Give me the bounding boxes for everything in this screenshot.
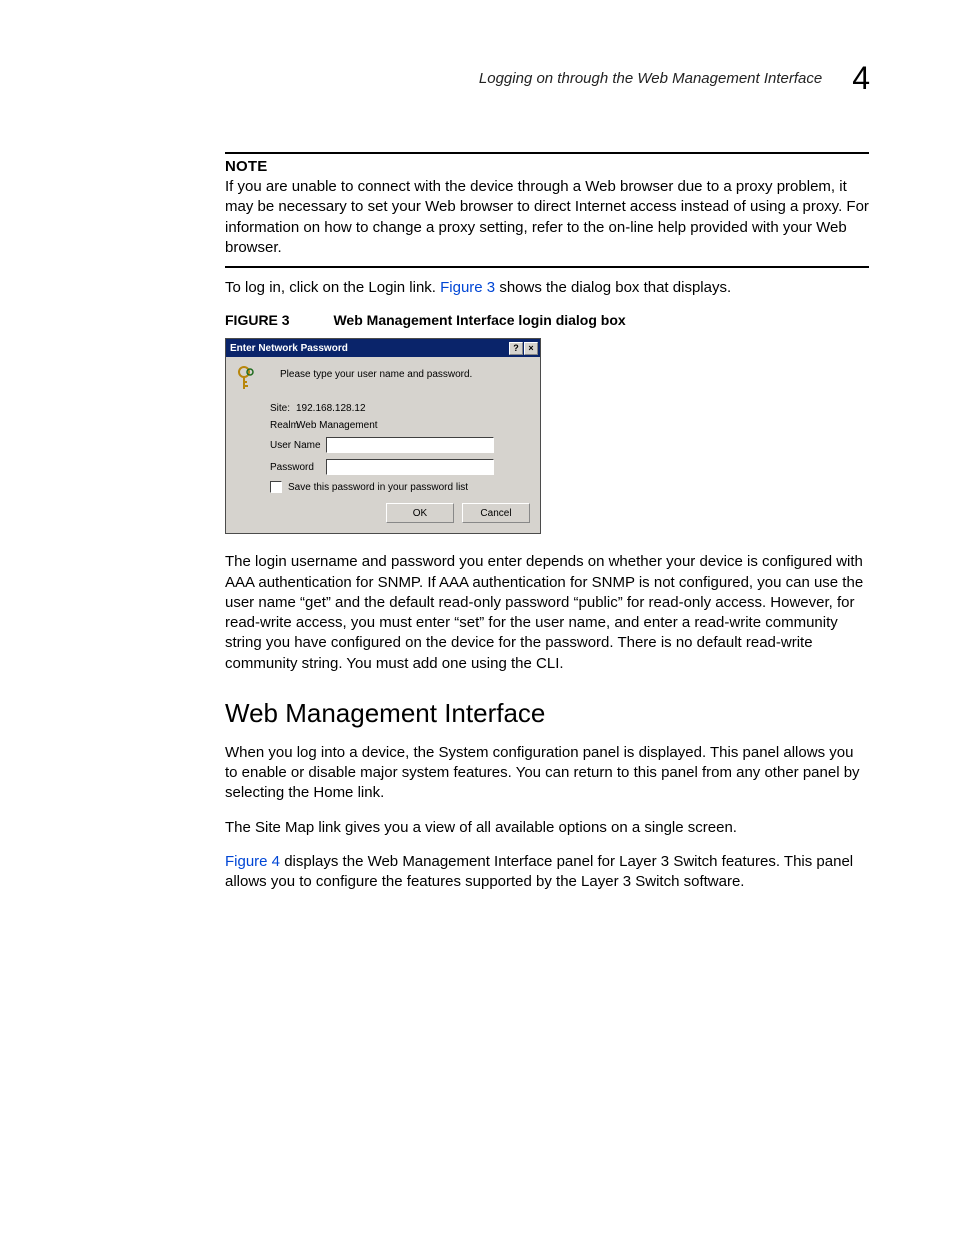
login-intro-post: shows the dialog box that displays. — [495, 279, 731, 296]
section-heading-wmi: Web Management Interface — [225, 698, 869, 729]
figure-4-link[interactable]: Figure 4 — [225, 853, 280, 870]
dialog-instruction: Please type your user name and password. — [280, 369, 472, 380]
figure-3-title: Web Management Interface login dialog bo… — [333, 312, 625, 328]
note-label: NOTE — [225, 158, 869, 175]
key-icon — [236, 365, 258, 393]
running-header-title: Logging on through the Web Management In… — [479, 70, 822, 87]
realm-label: Realm — [236, 420, 296, 431]
wmi-paragraph-1: When you log into a device, the System c… — [225, 743, 869, 804]
note-rule-top — [225, 152, 869, 154]
username-field[interactable] — [326, 437, 494, 453]
dialog-title: Enter Network Password — [230, 343, 508, 354]
chapter-number: 4 — [852, 60, 869, 97]
figure-3-label: FIGURE 3 — [225, 312, 290, 328]
save-password-checkbox[interactable] — [270, 481, 282, 493]
auth-paragraph: The login username and password you ente… — [225, 552, 869, 674]
note-rule-bottom — [225, 266, 869, 268]
cancel-button[interactable]: Cancel — [462, 503, 530, 523]
site-label: Site: — [236, 403, 296, 414]
dialog-titlebar: Enter Network Password ? × — [226, 339, 540, 357]
note-text: If you are unable to connect with the de… — [225, 177, 869, 258]
realm-value: Web Management — [296, 420, 378, 431]
figure-3-link[interactable]: Figure 3 — [440, 279, 495, 296]
login-intro-paragraph: To log in, click on the Login link. Figu… — [225, 278, 869, 298]
login-intro-pre: To log in, click on the Login link. — [225, 279, 440, 296]
wmi-paragraph-3: Figure 4 displays the Web Management Int… — [225, 852, 869, 893]
password-field[interactable] — [326, 459, 494, 475]
save-password-label: Save this password in your password list — [288, 482, 468, 493]
password-label: Password — [236, 462, 326, 473]
wmi-paragraph-2: The Site Map link gives you a view of al… — [225, 818, 869, 838]
close-icon[interactable]: × — [524, 342, 538, 355]
site-value: 192.168.128.12 — [296, 403, 366, 414]
figure-3-caption: FIGURE 3 Web Management Interface login … — [225, 312, 869, 328]
wmi-paragraph-3-post: displays the Web Management Interface pa… — [225, 853, 853, 890]
running-header: Logging on through the Web Management In… — [85, 60, 869, 97]
help-icon[interactable]: ? — [509, 342, 523, 355]
username-label: User Name — [236, 440, 326, 451]
login-dialog: Enter Network Password ? × P — [225, 338, 541, 534]
ok-button[interactable]: OK — [386, 503, 454, 523]
